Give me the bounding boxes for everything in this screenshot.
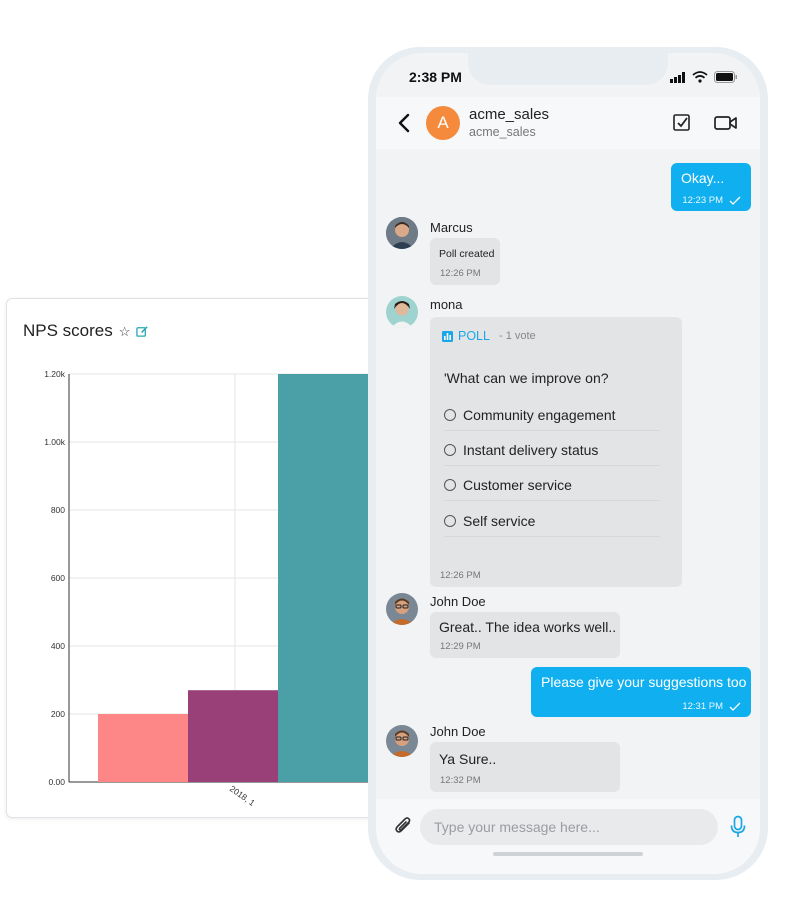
phone-notch [468,53,668,85]
nps-bar-chart: 0.00 200 400 600 800 1.00k 1.20k 2018, 1 [44,369,401,808]
message-time: 12:31 PM [682,701,723,712]
divider [444,430,660,431]
check-icon [729,702,741,711]
battery-icon [714,71,737,83]
person-avatar-icon [386,593,418,625]
bar [98,714,188,782]
message-meta: 12:23 PM [682,195,741,206]
poll-option-label: Self service [463,513,536,529]
poll-option-label: Instant delivery status [463,442,599,458]
sender-name: John Doe [430,594,486,609]
avatar[interactable] [386,725,418,757]
avatar[interactable] [386,593,418,625]
divider [444,500,660,501]
y-tick-label: 200 [51,709,65,719]
poll-option[interactable]: Self service [444,513,535,529]
poll-option[interactable]: Instant delivery status [444,442,598,458]
chat-subtitle: acme_sales [469,125,536,139]
phone-frame: 2:38 PM A acme_sales acme_sales Okay... … [368,47,768,880]
avatar[interactable] [386,296,418,328]
message-time: 12:26 PM [440,268,481,279]
bar [188,690,278,782]
y-tick-label: 1.00k [44,437,66,447]
divider [444,465,660,466]
poll-option-label: Customer service [463,477,572,493]
status-time: 2:38 PM [409,69,462,85]
phone-screen: 2:38 PM A acme_sales acme_sales Okay... … [376,53,760,874]
message-list[interactable]: Okay... 12:23 PM Marcus Poll created 12:… [376,149,760,799]
chat-avatar[interactable]: A [426,106,460,140]
message-time: 12:32 PM [440,775,481,786]
poll-vote-count: - 1 vote [498,330,536,342]
message-time: 12:29 PM [440,641,481,652]
poll-question: 'What can we improve on? [444,370,609,386]
status-icons [670,71,738,83]
radio-button[interactable] [444,515,456,527]
paperclip-icon[interactable] [394,815,414,837]
message-text: Ya Sure.. [439,751,497,767]
y-tick-label: 0.00 [48,777,65,787]
y-tick-label: 800 [51,505,65,515]
message-time: 12:23 PM [682,195,723,206]
chat-header: A acme_sales acme_sales [376,97,760,149]
sender-name: John Doe [430,724,486,739]
video-call-icon[interactable] [714,114,738,132]
home-indicator [493,852,643,856]
avatar[interactable] [386,217,418,249]
radio-button[interactable] [444,409,456,421]
person-avatar-icon [386,296,418,328]
y-tick-label: 600 [51,573,65,583]
poll-chart-icon [442,330,453,342]
poll-option[interactable]: Community engagement [444,407,616,423]
y-tick-label: 1.20k [44,369,66,379]
microphone-icon[interactable] [729,815,747,839]
message-text: Poll created [439,248,495,260]
back-arrow-icon[interactable] [396,113,412,133]
message-text: Great.. The idea works well.. [439,619,617,635]
message-text: Okay... [681,170,725,186]
radio-button[interactable] [444,479,456,491]
incoming-message[interactable]: Ya Sure.. 12:32 PM [430,742,620,792]
poll-option[interactable]: Customer service [444,477,572,493]
divider [444,536,660,537]
outgoing-message[interactable]: Okay... 12:23 PM [671,163,751,211]
message-time: 12:26 PM [440,570,481,581]
outgoing-message[interactable]: Please give your suggestions too 12:31 P… [531,667,751,717]
poll-label: POLL [458,329,490,343]
poll-message[interactable]: POLL - 1 vote 'What can we improve on? C… [430,317,682,587]
sender-name: Marcus [430,220,473,235]
poll-tag: POLL - 1 vote [442,329,536,343]
incoming-message[interactable]: Poll created 12:26 PM [430,238,500,285]
check-icon [729,196,741,205]
x-tick-label: 2018, 1 [228,783,257,808]
task-checkbox-icon[interactable] [671,112,693,134]
radio-button[interactable] [444,444,456,456]
sender-name: mona [430,297,463,312]
composer-bar [376,799,760,874]
poll-option-label: Community engagement [463,407,616,423]
message-text: Please give your suggestions too [541,674,747,690]
bar [278,374,368,782]
chat-name: acme_sales [469,106,550,123]
person-avatar-icon [386,725,418,757]
incoming-message[interactable]: Great.. The idea works well.. 12:29 PM [430,612,620,658]
message-input[interactable] [420,809,718,845]
signal-icon [670,71,685,83]
person-avatar-icon [386,217,418,249]
nps-chart-card: NPS scores ☆ 0.00 200 400 600 800 1.00k 1.20k 2… [6,298,406,818]
wifi-icon [692,71,708,83]
message-meta: 12:31 PM [682,701,741,712]
y-tick-label: 400 [51,641,65,651]
